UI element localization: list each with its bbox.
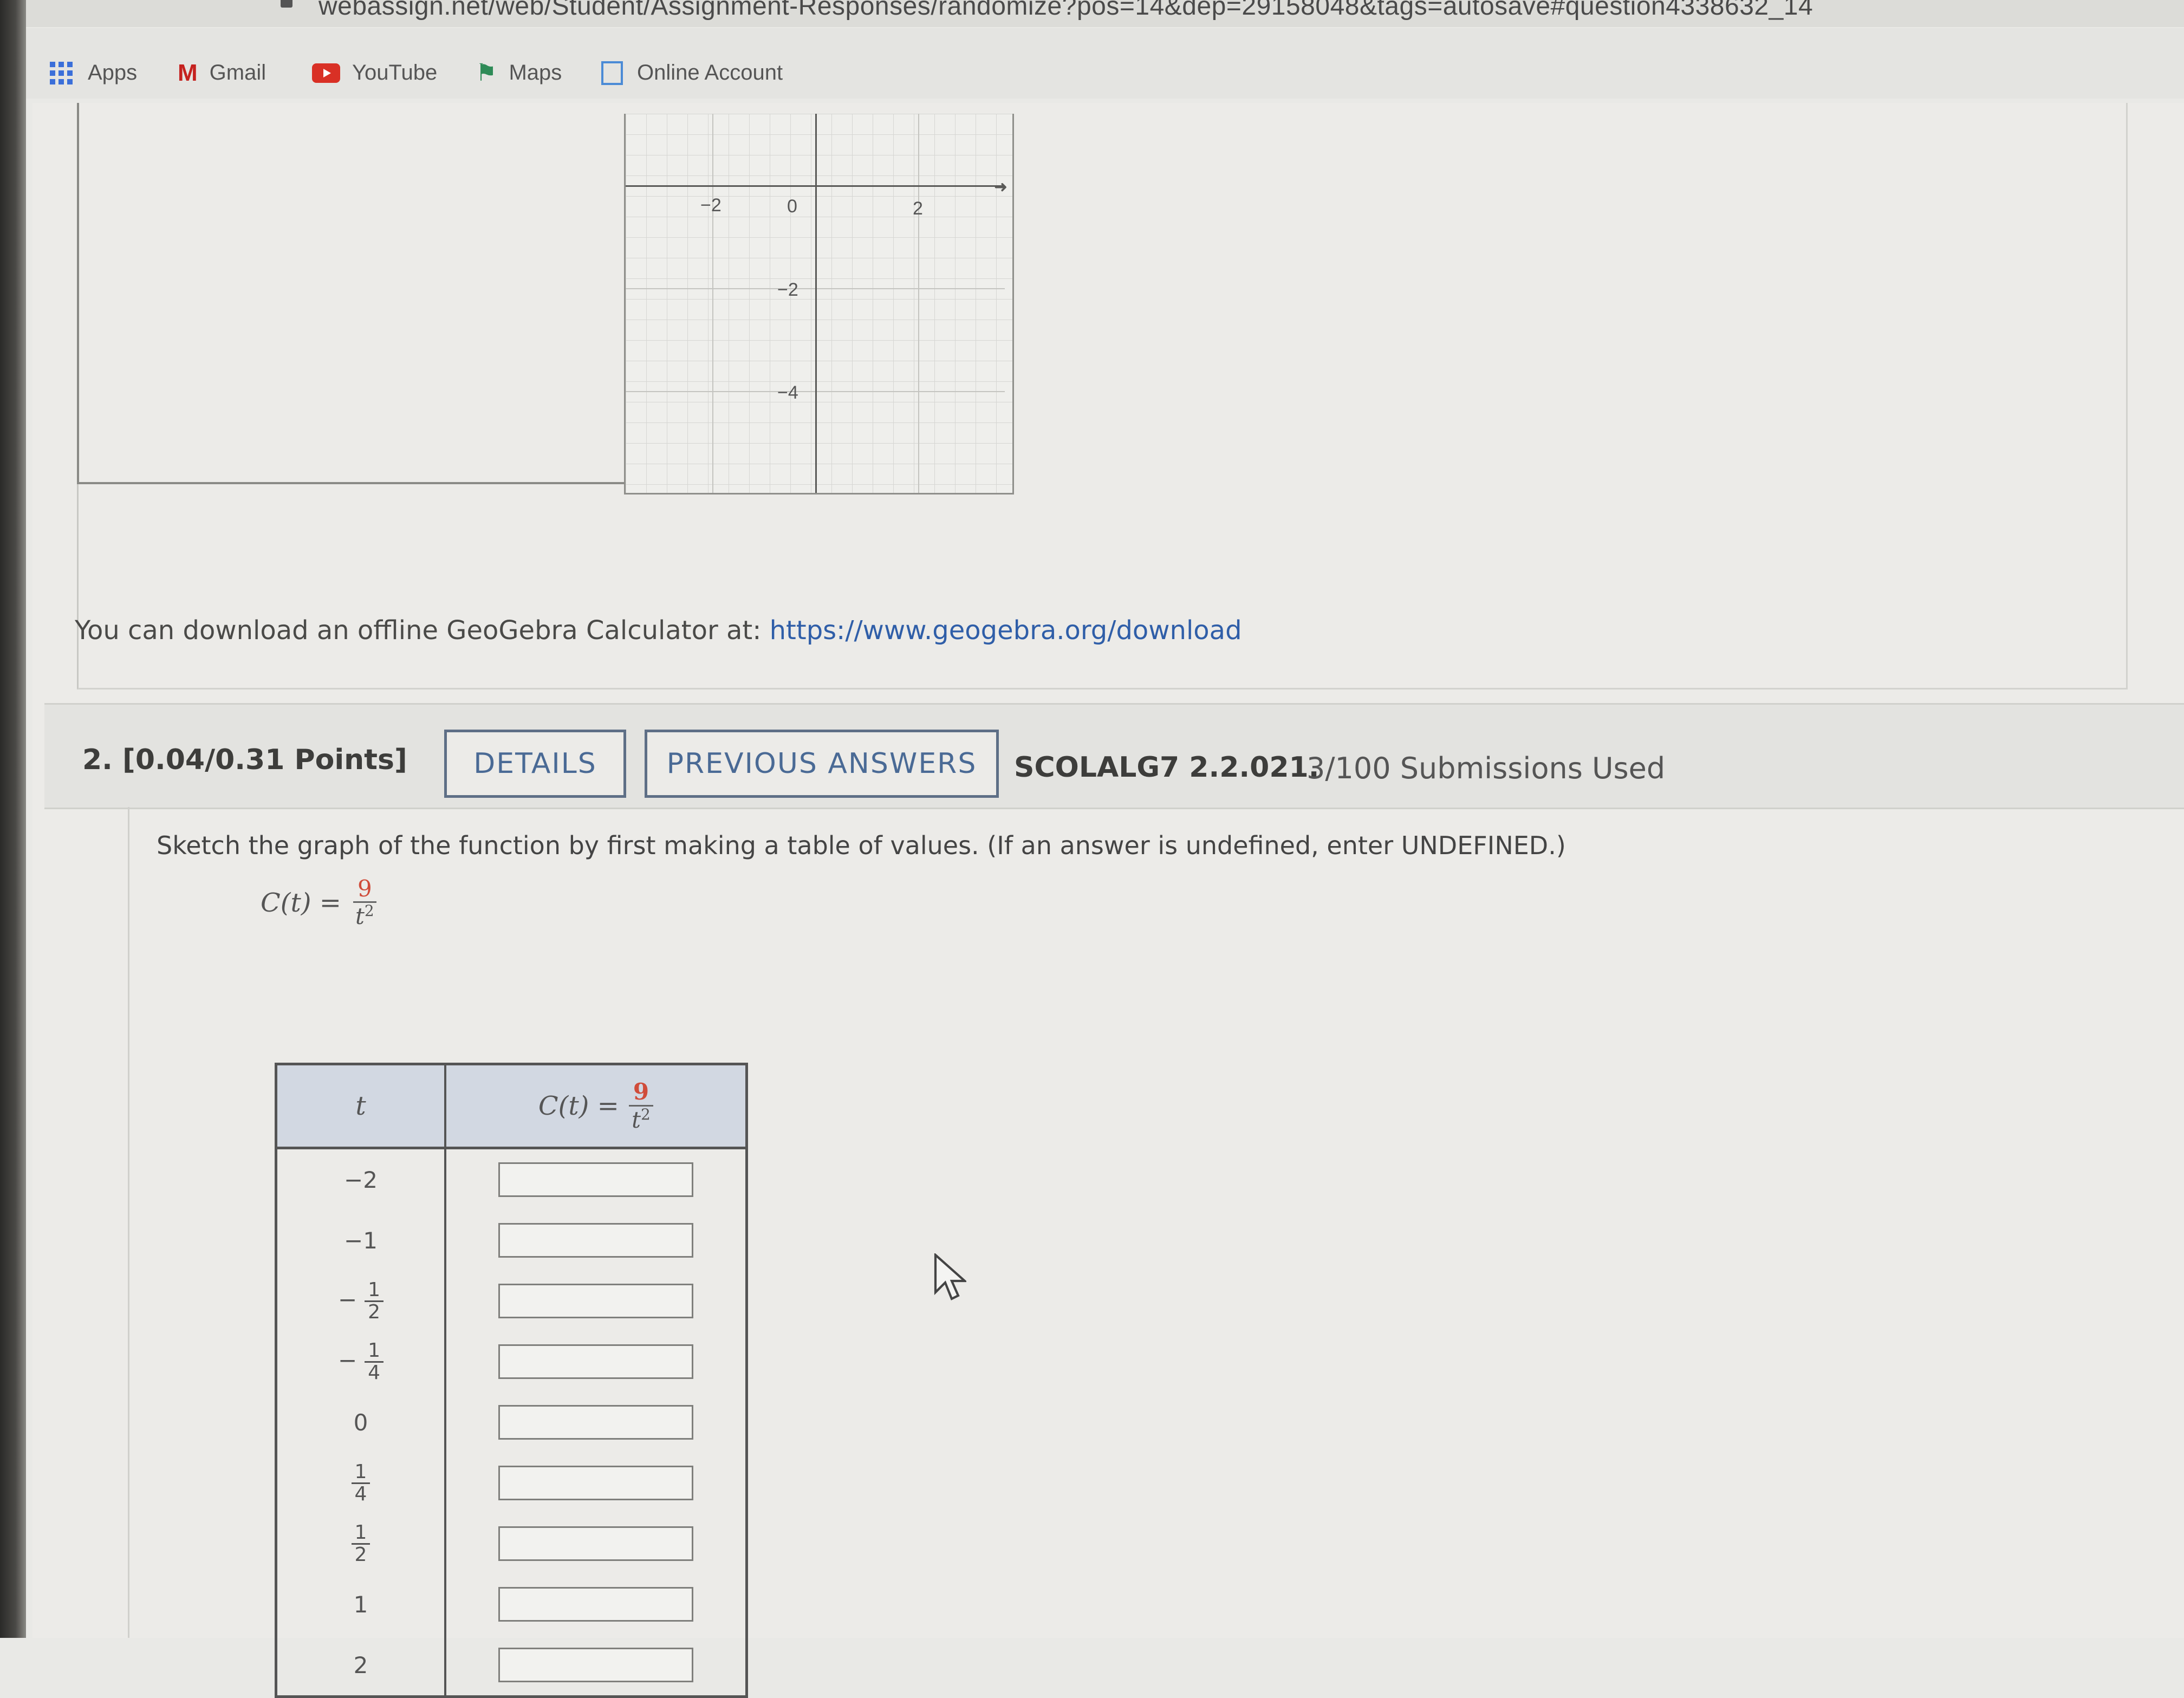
table-row: 1 [276, 1574, 747, 1635]
previous-answers-button[interactable]: PREVIOUS ANSWERS [645, 730, 999, 798]
answer-cell [445, 1392, 747, 1453]
t-value: −1 2 [276, 1271, 446, 1331]
answer-input[interactable] [498, 1162, 693, 1197]
answer-input[interactable] [498, 1223, 693, 1258]
answer-cell [445, 1453, 747, 1513]
function-exponent: 2 [364, 902, 374, 920]
y-tick-label: −4 [777, 382, 798, 403]
answer-input[interactable] [498, 1587, 693, 1622]
screen-bezel [0, 0, 26, 1638]
details-button[interactable]: DETAILS [444, 730, 626, 798]
answer-input[interactable] [498, 1284, 693, 1318]
question-code: SCOLALG7 2.2.021. [1014, 751, 1320, 784]
question-number: 2. [0.04/0.31 Points] [82, 744, 407, 776]
t-value: 1 [276, 1574, 446, 1635]
answer-input[interactable] [498, 1648, 693, 1682]
geogebra-download-note: You can download an offline GeoGebra Cal… [75, 615, 1242, 646]
answer-cell [445, 1635, 747, 1697]
table-row: −1 [276, 1210, 747, 1271]
graph-canvas[interactable]: ➜ −2 0 2 −2 −4 [624, 114, 1014, 495]
grid-line [918, 114, 919, 493]
x-tick-label: −2 [700, 195, 722, 216]
values-table: t C(t) = 9 t2 −2 −1 − 1 2 − 1 4 0 1 4 1 … [275, 1063, 748, 1698]
question-points: [0.04/0.31 Points] [122, 744, 407, 776]
y-axis [815, 114, 817, 493]
grid-line [712, 114, 713, 493]
answer-cell [445, 1210, 747, 1271]
maps-icon: ⚑ [476, 59, 497, 86]
table-header-t: t [276, 1064, 446, 1149]
answer-input[interactable] [498, 1466, 693, 1500]
page-icon [601, 61, 623, 85]
gmail-icon: M [178, 59, 198, 86]
t-value: 12 [276, 1513, 446, 1574]
url-text[interactable]: webassign.net/web/Student/Assignment-Res… [318, 0, 1813, 21]
function-denominator: t [355, 903, 365, 930]
download-text: You can download an offline GeoGebra Cal… [75, 615, 770, 646]
t-value: 2 [276, 1635, 446, 1697]
t-value: 0 [276, 1392, 446, 1453]
x-tick-label: 2 [913, 198, 923, 219]
t-value: −1 4 [276, 1331, 446, 1392]
x-axis-arrow-icon: ➜ [994, 178, 1008, 197]
answer-input[interactable] [498, 1526, 693, 1561]
table-row: −1 2 [276, 1271, 747, 1331]
mouse-pointer-icon [934, 1253, 966, 1300]
bookmark-online-account[interactable]: Online Account [601, 61, 783, 85]
apps-grid-icon [50, 61, 73, 84]
submissions-used: 3/100 Submissions Used [1306, 751, 1666, 785]
y-tick-label: −2 [777, 279, 798, 300]
bookmark-label: YouTube [352, 61, 438, 84]
geogebra-download-link[interactable]: https://www.geogebra.org/download [770, 615, 1242, 646]
table-header-c-num: 9 [628, 1079, 654, 1107]
t-value: −1 [276, 1210, 446, 1271]
table-header-c: C(t) = 9 t2 [445, 1064, 747, 1149]
t-value: −2 [276, 1148, 446, 1210]
function-numerator: 9 [353, 876, 376, 903]
bookmark-label: Maps [509, 61, 562, 84]
table-row: −2 [276, 1148, 747, 1211]
address-bar[interactable]: webassign.net/web/Student/Assignment-Res… [26, 0, 2184, 27]
function-fraction: 9 t2 [353, 876, 376, 929]
table-header-c-den: t [632, 1106, 641, 1133]
t-value: 14 [276, 1453, 446, 1513]
answer-input[interactable] [498, 1405, 693, 1440]
table-row: 0 [276, 1392, 747, 1453]
bookmark-apps[interactable]: Apps [50, 61, 137, 85]
bookmark-label: Gmail [209, 61, 266, 84]
bookmark-gmail[interactable]: M Gmail [178, 61, 266, 85]
answer-cell [445, 1331, 747, 1392]
table-row: 2 [276, 1635, 747, 1697]
question-instructions: Sketch the graph of the function by firs… [157, 831, 1566, 860]
table-row: 14 [276, 1453, 747, 1513]
assignment-page: ➜ −2 0 2 −2 −4 You can download an offli… [32, 103, 2184, 1698]
x-tick-label: 0 [787, 196, 797, 217]
bookmark-label: Apps [88, 61, 138, 84]
answer-cell [445, 1271, 747, 1331]
table-header-c-exp: 2 [641, 1105, 651, 1123]
site-info-icon[interactable] [281, 0, 292, 8]
answer-input[interactable] [498, 1344, 693, 1379]
bookmark-label: Online Account [637, 61, 783, 84]
answer-cell [445, 1148, 747, 1211]
function-formula: C(t) = 9 t2 [261, 876, 376, 929]
function-lhs: C(t) = [261, 887, 341, 918]
question-2-header: 2. [0.04/0.31 Points] DETAILS PREVIOUS A… [44, 703, 2184, 809]
answer-cell [445, 1574, 747, 1635]
youtube-icon [312, 63, 340, 83]
table-row: 12 [276, 1513, 747, 1574]
bookmark-maps[interactable]: ⚑ Maps [476, 61, 562, 85]
bookmark-youtube[interactable]: YouTube [312, 61, 437, 85]
table-row: −1 4 [276, 1331, 747, 1392]
question-2-body: Sketch the graph of the function by firs… [128, 807, 2184, 1698]
table-header-c-lhs: C(t) = [538, 1091, 619, 1121]
answer-cell [445, 1513, 747, 1574]
bookmarks-bar: Apps M Gmail YouTube ⚑ Maps Online Accou… [26, 28, 2184, 99]
